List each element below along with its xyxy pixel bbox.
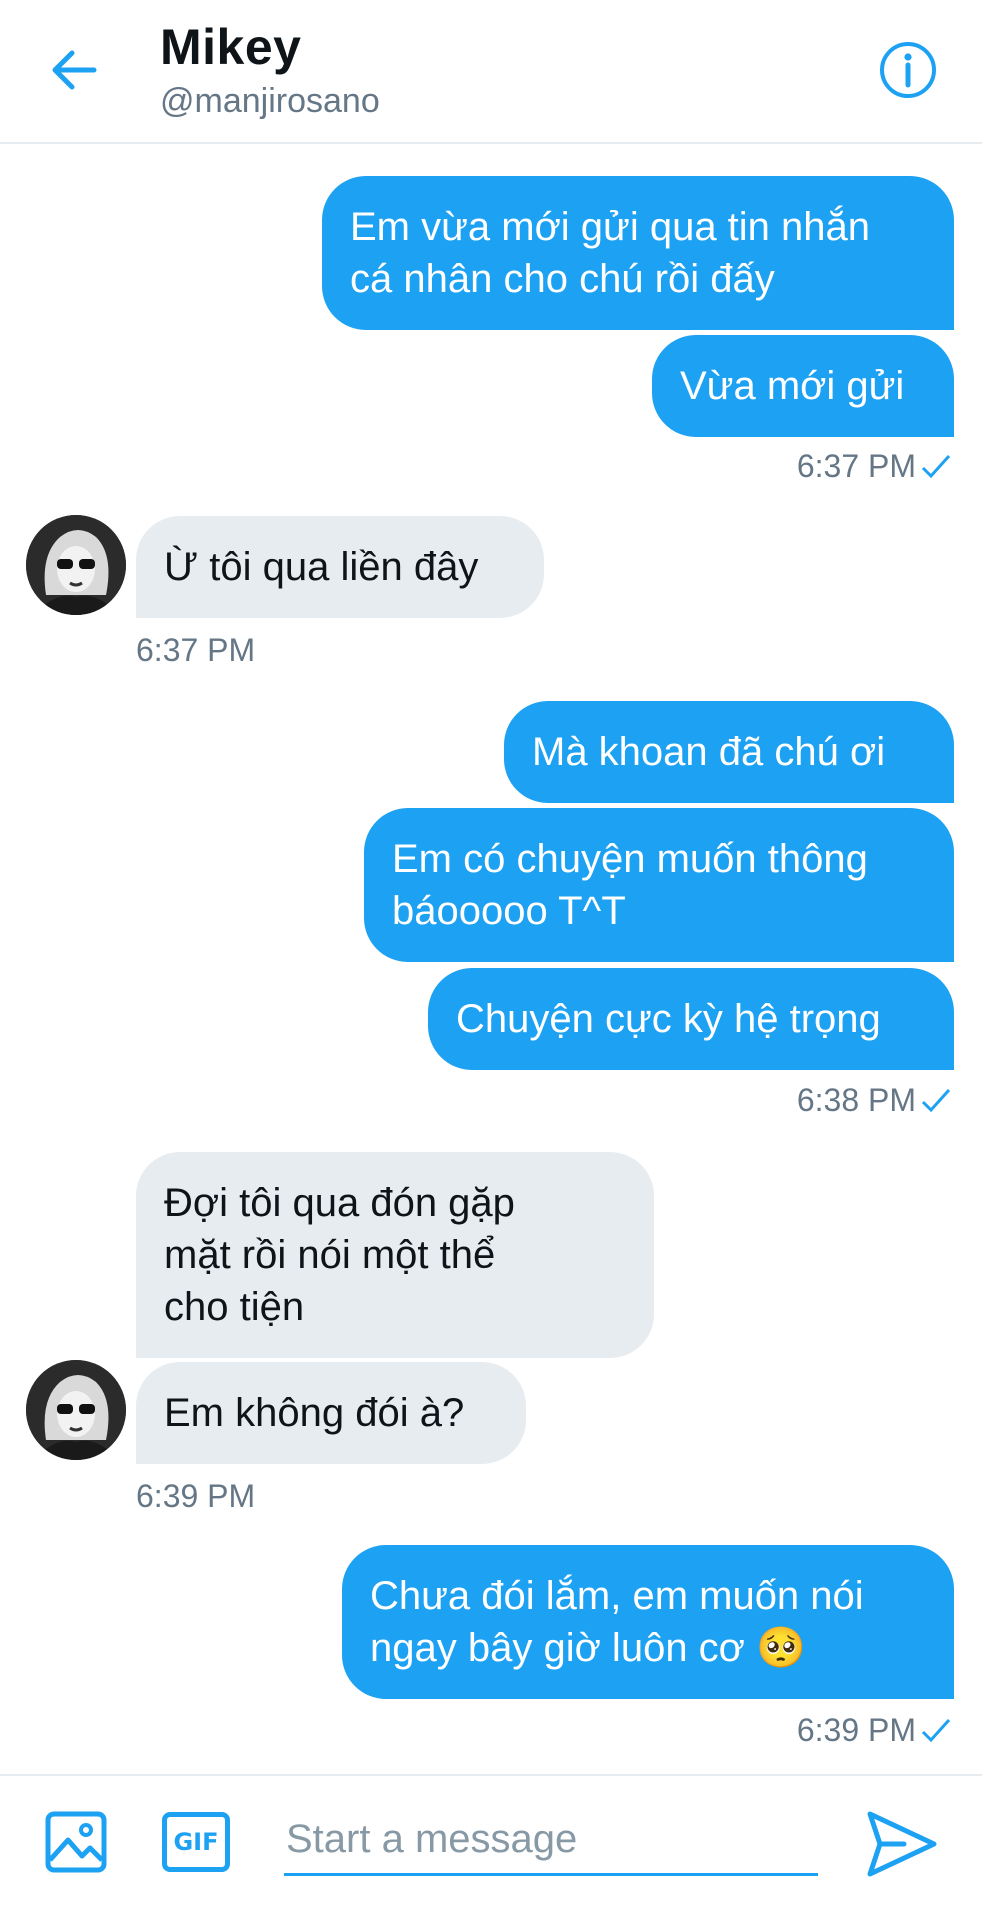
message-timestamp: 6:39 PM [136, 1478, 256, 1514]
message-line: Em vừa mới gửi qua tin nhắn [350, 205, 871, 249]
back-button[interactable] [44, 40, 104, 100]
conversation-header: Mikey @manjirosano [0, 0, 982, 144]
outgoing-message-bubble[interactable]: Em có chuyện muốn thông báooooo T^T [364, 808, 954, 962]
message-timestamp: 6:38 PM [797, 1082, 952, 1119]
send-button[interactable] [862, 1804, 942, 1884]
message-line: Chưa đói lắm, em muốn nói [370, 1574, 864, 1618]
message-line: Đợi tôi qua đón gặp [164, 1181, 515, 1225]
message-line: báooooo T^T [392, 889, 626, 933]
conversation-handle: @manjirosano [160, 82, 380, 120]
arrow-left-icon [52, 50, 97, 90]
outgoing-message-bubble[interactable]: Chuyện cực kỳ hệ trọng [428, 968, 954, 1070]
read-check-icon [921, 1718, 951, 1742]
outgoing-message-bubble[interactable]: Em vừa mới gửi qua tin nhắn cá nhân cho … [322, 176, 954, 330]
avatar[interactable] [26, 1360, 126, 1460]
message-line: cho tiện [164, 1285, 305, 1329]
message-line: Ừ tôi qua liền đây [164, 545, 479, 589]
send-icon [867, 1811, 937, 1877]
message-timestamp: 6:37 PM [136, 632, 256, 668]
info-button[interactable] [876, 38, 940, 102]
outgoing-message-bubble[interactable]: Chưa đói lắm, em muốn nói ngay bây giờ l… [342, 1545, 954, 1699]
read-check-icon [921, 1088, 951, 1112]
incoming-message-bubble[interactable]: Đợi tôi qua đón gặp mặt rồi nói một thể … [136, 1152, 654, 1358]
incoming-message-bubble[interactable]: Em không đói à? [136, 1362, 526, 1464]
info-circle-icon [880, 42, 936, 98]
message-composer: GIF [0, 1774, 982, 1920]
message-line: Mà khoan đã chú ơi [532, 730, 886, 774]
gif-button[interactable]: GIF [162, 1812, 230, 1872]
outgoing-message-bubble[interactable]: Mà khoan đã chú ơi [504, 701, 954, 803]
outgoing-message-bubble[interactable]: Vừa mới gửi [652, 335, 954, 437]
message-line: mặt rồi nói một thể [164, 1233, 496, 1277]
message-input[interactable] [284, 1806, 818, 1876]
add-media-button[interactable] [44, 1810, 108, 1874]
incoming-message-bubble[interactable]: Ừ tôi qua liền đây [136, 516, 544, 618]
message-line: Chuyện cực kỳ hệ trọng [456, 997, 881, 1041]
conversation-name[interactable]: Mikey [160, 18, 301, 76]
message-line: cá nhân cho chú rồi đấy [350, 257, 775, 301]
message-line: Em có chuyện muốn thông [392, 837, 868, 881]
avatar[interactable] [26, 515, 126, 615]
message-line: ngay bây giờ luôn cơ 🥺 [370, 1626, 806, 1670]
message-timestamp: 6:39 PM [797, 1712, 952, 1749]
message-line: Vừa mới gửi [680, 364, 905, 408]
read-check-icon [921, 454, 951, 478]
image-icon [45, 1811, 107, 1873]
message-timestamp: 6:37 PM [797, 448, 952, 485]
message-line: Em không đói à? [164, 1391, 465, 1435]
